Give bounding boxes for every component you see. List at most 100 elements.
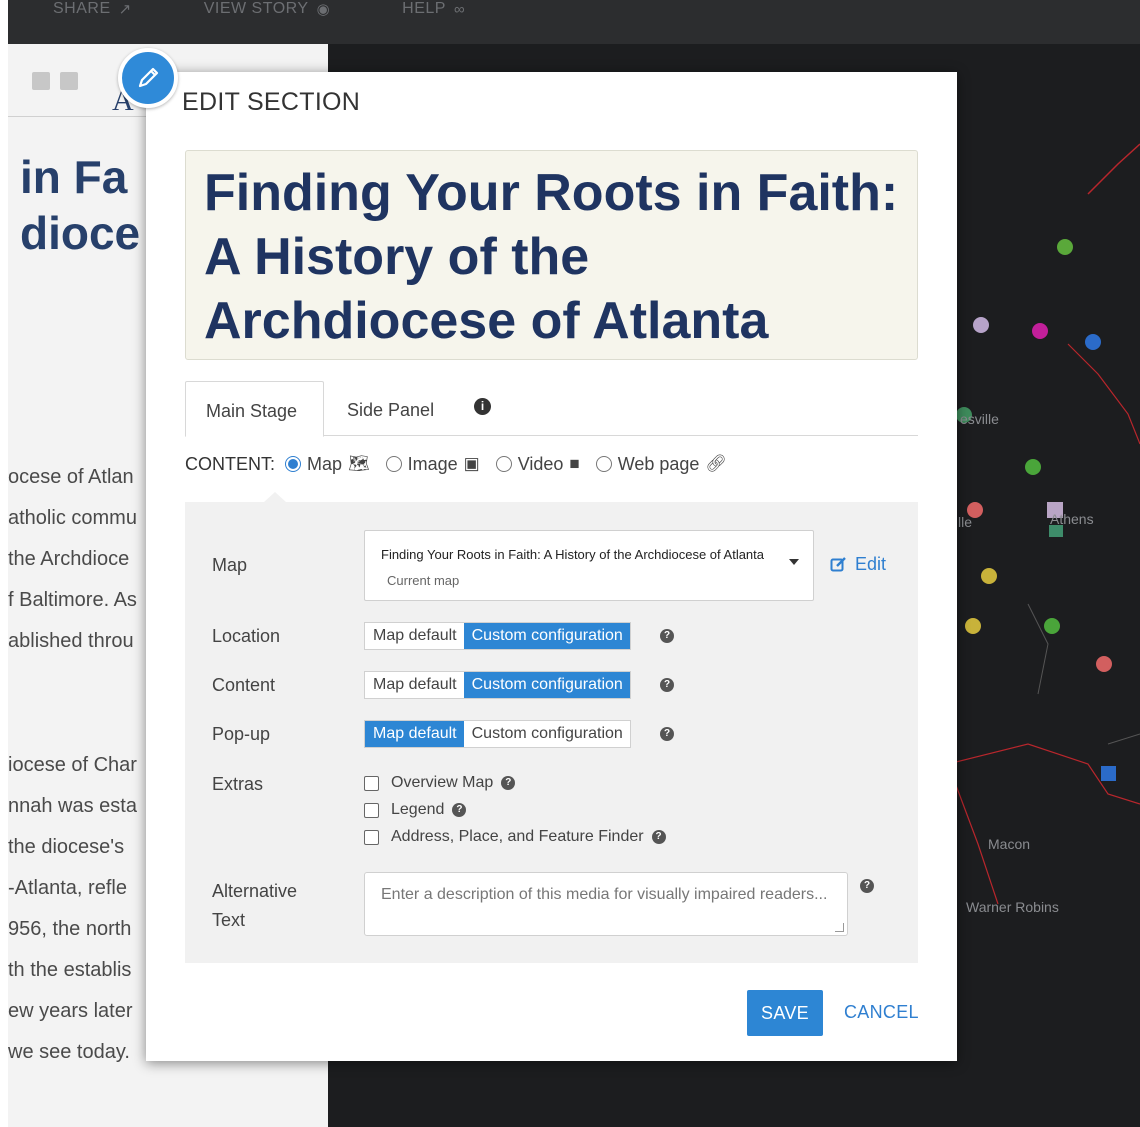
- popup-custom-configuration[interactable]: Custom configuration: [464, 721, 630, 747]
- checkbox-label: Overview Map: [391, 774, 494, 791]
- option-label: Video: [517, 453, 564, 474]
- help-icon[interactable]: ?: [660, 678, 674, 692]
- tab-label: Side Panel: [347, 400, 435, 420]
- help-icon[interactable]: ?: [660, 727, 674, 741]
- section-title-text[interactable]: Finding Your Roots in Faith: A History o…: [204, 161, 899, 353]
- location-map-default[interactable]: Map default: [365, 623, 464, 649]
- content-option-webpage[interactable]: Web page 🔗︎: [595, 453, 727, 475]
- content-option-map[interactable]: Map 🗺︎: [285, 454, 370, 475]
- story-text-line: nnah was esta: [8, 795, 137, 817]
- alt-text-label-line: Text: [212, 910, 246, 930]
- share-label: SHARE: [53, 0, 111, 17]
- resize-handle[interactable]: [835, 923, 844, 932]
- alt-text-placeholder: Enter a description of this media for vi…: [381, 886, 828, 903]
- edit-map-link[interactable]: Edit: [830, 554, 886, 575]
- location-toggle[interactable]: Map default Custom configuration: [364, 622, 631, 650]
- camera-icon: ▣: [463, 454, 480, 473]
- story-text-line: f Baltimore. As: [8, 589, 137, 611]
- chevron-down-icon: [789, 559, 799, 565]
- help-label: HELP: [402, 0, 446, 17]
- cancel-button[interactable]: CANCEL: [844, 1002, 919, 1023]
- story-text-line: iocese of Char: [8, 754, 137, 776]
- binoculars-icon: ∞: [453, 0, 466, 18]
- map-label: Warner Robins: [966, 899, 1059, 915]
- checkbox[interactable]: [364, 802, 379, 818]
- alt-text-label-line: Alternative: [212, 881, 298, 901]
- save-button[interactable]: SAVE: [747, 990, 823, 1036]
- feature-finder-checkbox[interactable]: Address, Place, and Feature Finder ?: [364, 828, 666, 846]
- content-label: CONTENT:: [185, 453, 275, 474]
- content-map-default[interactable]: Map default: [365, 672, 464, 698]
- option-label: Web page: [617, 453, 700, 474]
- overview-map-checkbox[interactable]: Overview Map ?: [364, 774, 516, 792]
- story-text-line: ew years later: [8, 1000, 133, 1022]
- story-text-line: -Atlanta, refle: [8, 877, 127, 899]
- twitter-icon[interactable]: [60, 72, 78, 90]
- story-title-line: dioce: [20, 207, 141, 259]
- info-icon[interactable]: i: [474, 398, 491, 415]
- radio-button[interactable]: [495, 456, 512, 472]
- help-icon[interactable]: ?: [651, 830, 666, 844]
- content-config-toggle[interactable]: Map default Custom configuration: [364, 671, 631, 699]
- help-icon[interactable]: ?: [452, 803, 467, 817]
- content-option-video[interactable]: Video ■: [495, 453, 580, 475]
- map-field-label: Map: [212, 555, 248, 575]
- radio-button[interactable]: [595, 456, 612, 472]
- help-nav[interactable]: HELP ∞: [402, 0, 465, 22]
- map-label: Macon: [988, 836, 1031, 852]
- content-option-image[interactable]: Image ▣: [385, 454, 480, 475]
- story-title: in Fa dioce: [20, 149, 140, 261]
- pencil-icon: [138, 67, 159, 88]
- dialog-title: EDIT SECTION: [182, 88, 361, 116]
- legend-checkbox[interactable]: Legend ?: [364, 801, 467, 819]
- story-text-line: the Archdioce: [8, 548, 130, 570]
- checkbox[interactable]: [364, 775, 379, 791]
- story-body-block: iocese of Char nnah was esta the diocese…: [8, 745, 137, 1073]
- checkbox-label: Address, Place, and Feature Finder: [391, 828, 644, 845]
- help-icon[interactable]: ?: [660, 629, 674, 643]
- tab-label: Main Stage: [206, 401, 298, 421]
- location-custom-configuration[interactable]: Custom configuration: [463, 623, 630, 649]
- map-select[interactable]: Finding Your Roots in Faith: A History o…: [364, 530, 814, 601]
- story-text-line: we see today.: [8, 1041, 130, 1063]
- alt-text-input[interactable]: Enter a description of this media for vi…: [364, 872, 848, 936]
- radio-button[interactable]: [385, 456, 402, 472]
- content-config-label: Content: [212, 675, 276, 695]
- location-label: Location: [212, 626, 281, 646]
- help-icon[interactable]: ?: [860, 879, 874, 893]
- share-icon: ↗: [118, 1, 132, 18]
- top-bar: SHARE ↗ VIEW STORY ◉ HELP ∞: [8, 0, 1140, 44]
- help-icon[interactable]: ?: [501, 776, 516, 790]
- popup-toggle[interactable]: Map default Custom configuration: [364, 720, 631, 748]
- map-icon: 🗺︎: [348, 454, 370, 473]
- edit-section-dialog: EDIT SECTION Finding Your Roots in Faith…: [146, 72, 957, 1061]
- facebook-icon[interactable]: [32, 72, 50, 90]
- map-select-value: Finding Your Roots in Faith: A History o…: [381, 547, 765, 562]
- story-text-line: th the establis: [8, 959, 132, 981]
- content-type-selector: CONTENT: Map 🗺︎ Image ▣ Video ■ Web page…: [185, 452, 743, 476]
- edit-section-badge: [118, 48, 178, 108]
- checkbox[interactable]: [364, 829, 379, 845]
- story-title-line: in Fa: [20, 151, 128, 203]
- popup-map-default[interactable]: Map default: [365, 721, 464, 747]
- tab-side-panel[interactable]: Side Panel: [327, 381, 454, 437]
- alt-text-label: Alternative Text: [212, 877, 297, 935]
- story-text-line: ablished throu: [8, 630, 134, 652]
- map-select-sublabel: Current map: [387, 573, 460, 588]
- video-icon: ■: [569, 454, 580, 473]
- checkbox-label: Legend: [391, 801, 445, 818]
- story-body-block: ocese of Atlan atholic commu the Archdio…: [8, 457, 137, 662]
- tab-main-stage[interactable]: Main Stage: [185, 381, 324, 437]
- map-label: lle: [958, 514, 973, 530]
- tab-bar: Main Stage Side Panel i: [185, 381, 918, 437]
- view-story-nav[interactable]: VIEW STORY ◉: [204, 0, 330, 22]
- map-label: esville: [960, 411, 999, 427]
- story-text-line: 956, the north: [8, 918, 132, 940]
- extras-label: Extras: [212, 774, 264, 794]
- share-nav[interactable]: SHARE ↗: [53, 0, 132, 22]
- section-title-editor[interactable]: Finding Your Roots in Faith: A History o…: [185, 150, 918, 360]
- radio-button[interactable]: [285, 456, 301, 472]
- popup-label: Pop-up: [212, 724, 271, 744]
- view-story-label: VIEW STORY: [203, 0, 309, 17]
- content-custom-configuration[interactable]: Custom configuration: [463, 672, 630, 698]
